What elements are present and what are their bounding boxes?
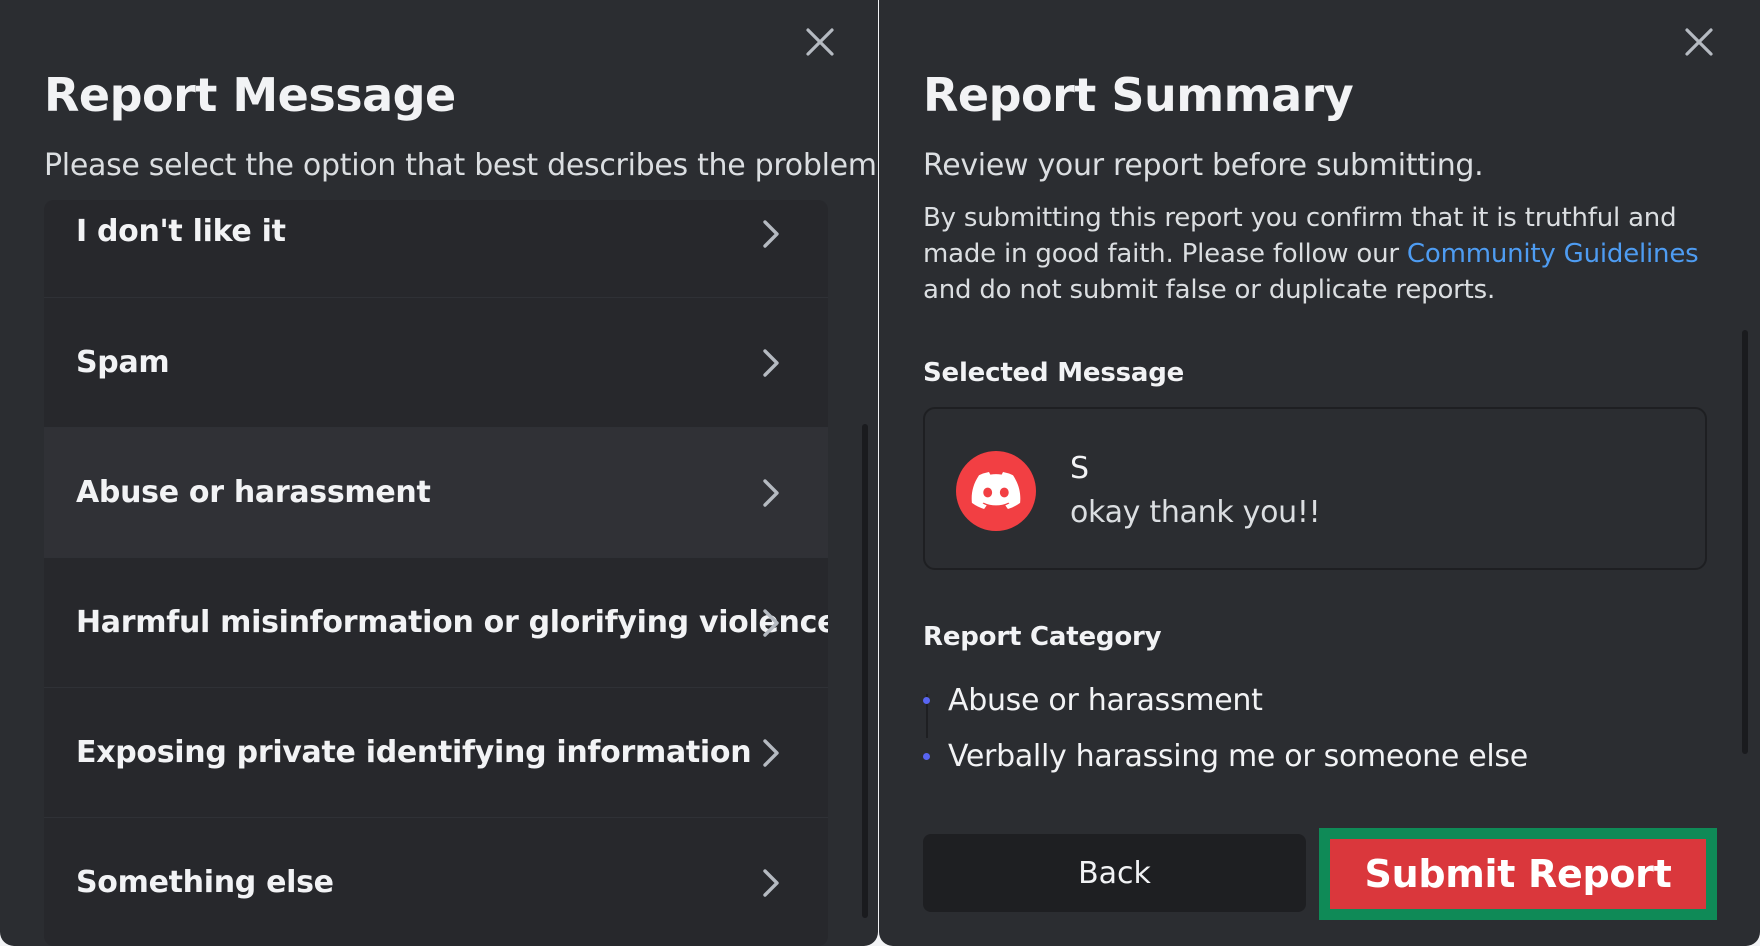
category-text: Verbally harassing me or someone else [948, 738, 1528, 774]
message-username: S [1070, 451, 1090, 486]
category-item: Verbally harassing me or someone else [923, 728, 1528, 784]
selected-message-label: Selected Message [923, 358, 1185, 388]
close-icon [1685, 28, 1713, 56]
modal-title: Report Summary [923, 68, 1354, 122]
disclaimer-text-end: and do not submit false or duplicate rep… [923, 275, 1496, 305]
chevron-right-icon [758, 475, 784, 511]
option-label: Something else [76, 865, 334, 900]
option-label: Abuse or harassment [76, 475, 431, 510]
option-label: Exposing private identifying information [76, 735, 752, 770]
submit-highlight: Submit Report [1319, 828, 1717, 920]
submit-report-button[interactable]: Submit Report [1330, 839, 1706, 909]
avatar [956, 451, 1036, 531]
scrollbar[interactable] [1742, 330, 1748, 754]
option-abuse-or-harassment[interactable]: Abuse or harassment [44, 428, 828, 558]
option-label: I don't like it [76, 214, 286, 249]
report-options-list: I don't like it Spam Abuse or harassment… [44, 200, 828, 946]
chevron-right-icon [758, 605, 784, 641]
close-icon [806, 28, 834, 56]
category-text: Abuse or harassment [948, 682, 1263, 718]
modal-title: Report Message [44, 68, 456, 122]
close-button[interactable] [1681, 24, 1717, 60]
report-summary-modal: Report Summary Review your report before… [879, 0, 1760, 946]
option-spam[interactable]: Spam [44, 298, 828, 428]
option-something-else[interactable]: Something else [44, 818, 828, 946]
report-message-modal: Report Message Please select the option … [0, 0, 878, 946]
chevron-right-icon [758, 345, 784, 381]
message-text: okay thank you!! [1070, 495, 1321, 530]
selected-message-card: S okay thank you!! [923, 407, 1707, 570]
option-label: Harmful misinformation or glorifying vio… [76, 605, 828, 640]
category-item: Abuse or harassment [923, 672, 1528, 728]
report-category-list: Abuse or harassment Verbally harassing m… [923, 672, 1528, 784]
bullet-icon [923, 752, 930, 760]
report-disclaimer: By submitting this report you confirm th… [923, 200, 1713, 308]
back-button[interactable]: Back [923, 834, 1306, 912]
close-button[interactable] [802, 24, 838, 60]
discord-logo-icon [971, 472, 1021, 509]
community-guidelines-link[interactable]: Community Guidelines [1407, 239, 1699, 269]
chevron-right-icon [758, 216, 784, 252]
option-harmful-misinformation[interactable]: Harmful misinformation or glorifying vio… [44, 558, 828, 688]
modal-subtitle: Please select the option that best descr… [44, 148, 878, 183]
chevron-right-icon [758, 865, 784, 901]
option-exposing-private-info[interactable]: Exposing private identifying information [44, 688, 828, 818]
option-label: Spam [76, 345, 170, 380]
scrollbar[interactable] [862, 424, 868, 918]
chevron-right-icon [758, 735, 784, 771]
option-dont-like-it[interactable]: I don't like it [44, 200, 828, 298]
modal-subtitle: Review your report before submitting. [923, 148, 1484, 183]
bullet-icon [923, 696, 930, 704]
report-category-label: Report Category [923, 622, 1162, 652]
